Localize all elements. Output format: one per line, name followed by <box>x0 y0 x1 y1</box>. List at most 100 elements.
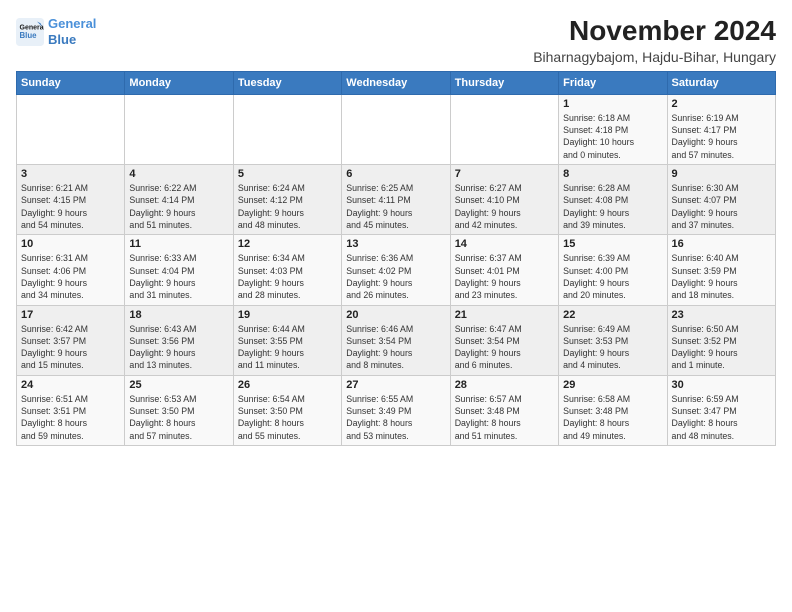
day-detail: Sunrise: 6:34 AMSunset: 4:03 PMDaylight:… <box>238 252 337 301</box>
day-detail: Sunrise: 6:49 AMSunset: 3:53 PMDaylight:… <box>563 323 662 372</box>
day-detail: Sunrise: 6:43 AMSunset: 3:56 PMDaylight:… <box>129 323 228 372</box>
calendar-cell: 27Sunrise: 6:55 AMSunset: 3:49 PMDayligh… <box>342 375 450 445</box>
day-number: 26 <box>238 379 337 391</box>
day-number: 20 <box>346 309 445 321</box>
calendar-cell: 8 Sunrise: 6:28 AMSunset: 4:08 PMDaylight… <box>559 165 667 235</box>
day-number: 9 <box>672 168 771 180</box>
day-detail: Sunrise: 6:37 AMSunset: 4:01 PMDaylight:… <box>455 252 554 301</box>
day-number: 11 <box>129 238 228 250</box>
calendar-cell: 15Sunrise: 6:39 AMSunset: 4:00 PMDayligh… <box>559 235 667 305</box>
day-number: 5 <box>238 168 337 180</box>
day-detail: Sunrise: 6:27 AMSunset: 4:10 PMDaylight:… <box>455 182 554 231</box>
day-detail: Sunrise: 6:21 AMSunset: 4:15 PMDaylight:… <box>21 182 120 231</box>
day-number: 13 <box>346 238 445 250</box>
day-number: 28 <box>455 379 554 391</box>
weekday-header-thursday: Thursday <box>450 71 558 94</box>
calendar-cell: 10Sunrise: 6:31 AMSunset: 4:06 PMDayligh… <box>17 235 125 305</box>
day-detail: Sunrise: 6:53 AMSunset: 3:50 PMDaylight:… <box>129 393 228 442</box>
day-number: 3 <box>21 168 120 180</box>
calendar-cell: 6Sunrise: 6:25 AMSunset: 4:11 PMDaylight… <box>342 165 450 235</box>
day-number: 24 <box>21 379 120 391</box>
calendar-cell: 23 Sunrise: 6:50 AMSunset: 3:52 PMDayligh… <box>667 305 775 375</box>
calendar-cell: 29 Sunrise: 6:58 AMSunset: 3:48 PMDayligh… <box>559 375 667 445</box>
day-detail: Sunrise: 6:58 AMSunset: 3:48 PMDaylight:… <box>563 393 662 442</box>
day-number: 17 <box>21 309 120 321</box>
calendar-cell: 5 Sunrise: 6:24 AMSunset: 4:12 PMDaylight… <box>233 165 341 235</box>
day-number: 25 <box>129 379 228 391</box>
calendar-cell: 7 Sunrise: 6:27 AMSunset: 4:10 PMDaylight… <box>450 165 558 235</box>
day-number: 8 <box>563 168 662 180</box>
calendar-cell <box>17 94 125 164</box>
day-number: 7 <box>455 168 554 180</box>
weekday-header-wednesday: Wednesday <box>342 71 450 94</box>
calendar-cell: 12 Sunrise: 6:34 AMSunset: 4:03 PMDayligh… <box>233 235 341 305</box>
day-detail: Sunrise: 6:59 AMSunset: 3:47 PMDaylight:… <box>672 393 771 442</box>
calendar-cell <box>233 94 341 164</box>
calendar-cell: 13Sunrise: 6:36 AMSunset: 4:02 PMDayligh… <box>342 235 450 305</box>
day-number: 1 <box>563 98 662 110</box>
day-detail: Sunrise: 6:54 AMSunset: 3:50 PMDaylight:… <box>238 393 337 442</box>
calendar-week-3: 10Sunrise: 6:31 AMSunset: 4:06 PMDayligh… <box>17 235 776 305</box>
day-detail: Sunrise: 6:28 AMSunset: 4:08 PMDaylight:… <box>563 182 662 231</box>
calendar-cell: 17Sunrise: 6:42 AMSunset: 3:57 PMDayligh… <box>17 305 125 375</box>
day-detail: Sunrise: 6:22 AMSunset: 4:14 PMDaylight:… <box>129 182 228 231</box>
calendar-cell: 4 Sunrise: 6:22 AMSunset: 4:14 PMDaylight… <box>125 165 233 235</box>
calendar-cell: 19Sunrise: 6:44 AMSunset: 3:55 PMDayligh… <box>233 305 341 375</box>
weekday-header-sunday: Sunday <box>17 71 125 94</box>
logo-icon: General Blue <box>16 18 44 46</box>
calendar-cell: 2 Sunrise: 6:19 AMSunset: 4:17 PMDaylight… <box>667 94 775 164</box>
calendar-cell: 28 Sunrise: 6:57 AMSunset: 3:48 PMDayligh… <box>450 375 558 445</box>
day-detail: Sunrise: 6:50 AMSunset: 3:52 PMDaylight:… <box>672 323 771 372</box>
calendar-cell: 1 Sunrise: 6:18 AMSunset: 4:18 PMDaylight… <box>559 94 667 164</box>
day-detail: Sunrise: 6:19 AMSunset: 4:17 PMDaylight:… <box>672 112 771 161</box>
calendar-cell: 22 Sunrise: 6:49 AMSunset: 3:53 PMDayligh… <box>559 305 667 375</box>
weekday-header-tuesday: Tuesday <box>233 71 341 94</box>
page: General Blue General Blue November 2024 … <box>0 0 792 612</box>
day-number: 6 <box>346 168 445 180</box>
day-number: 12 <box>238 238 337 250</box>
calendar-cell: 30 Sunrise: 6:59 AMSunset: 3:47 PMDayligh… <box>667 375 775 445</box>
calendar-table: SundayMondayTuesdayWednesdayThursdayFrid… <box>16 71 776 446</box>
day-number: 30 <box>672 379 771 391</box>
svg-text:Blue: Blue <box>20 31 38 40</box>
calendar-cell <box>342 94 450 164</box>
calendar-week-1: 1 Sunrise: 6:18 AMSunset: 4:18 PMDaylight… <box>17 94 776 164</box>
calendar-cell: 16Sunrise: 6:40 AMSunset: 3:59 PMDayligh… <box>667 235 775 305</box>
day-number: 22 <box>563 309 662 321</box>
weekday-header-saturday: Saturday <box>667 71 775 94</box>
calendar-cell <box>125 94 233 164</box>
day-number: 21 <box>455 309 554 321</box>
day-number: 10 <box>21 238 120 250</box>
day-detail: Sunrise: 6:24 AMSunset: 4:12 PMDaylight:… <box>238 182 337 231</box>
day-number: 18 <box>129 309 228 321</box>
calendar-cell: 9Sunrise: 6:30 AMSunset: 4:07 PMDaylight… <box>667 165 775 235</box>
calendar-cell <box>450 94 558 164</box>
day-number: 4 <box>129 168 228 180</box>
calendar-cell: 14 Sunrise: 6:37 AMSunset: 4:01 PMDayligh… <box>450 235 558 305</box>
day-detail: Sunrise: 6:44 AMSunset: 3:55 PMDaylight:… <box>238 323 337 372</box>
logo-line1: General <box>48 16 96 31</box>
calendar-cell: 26 Sunrise: 6:54 AMSunset: 3:50 PMDayligh… <box>233 375 341 445</box>
day-number: 29 <box>563 379 662 391</box>
day-detail: Sunrise: 6:18 AMSunset: 4:18 PMDaylight:… <box>563 112 662 161</box>
logo: General Blue General Blue <box>16 16 96 47</box>
calendar-header: SundayMondayTuesdayWednesdayThursdayFrid… <box>17 71 776 94</box>
day-detail: Sunrise: 6:47 AMSunset: 3:54 PMDaylight:… <box>455 323 554 372</box>
subtitle: Biharnagybajom, Hajdu-Bihar, Hungary <box>533 49 776 65</box>
weekday-header-friday: Friday <box>559 71 667 94</box>
day-number: 23 <box>672 309 771 321</box>
day-number: 14 <box>455 238 554 250</box>
day-number: 15 <box>563 238 662 250</box>
logo-line2: Blue <box>48 32 76 47</box>
calendar-cell: 3 Sunrise: 6:21 AMSunset: 4:15 PMDaylight… <box>17 165 125 235</box>
calendar-cell: 25 Sunrise: 6:53 AMSunset: 3:50 PMDayligh… <box>125 375 233 445</box>
day-number: 27 <box>346 379 445 391</box>
calendar-cell: 24Sunrise: 6:51 AMSunset: 3:51 PMDayligh… <box>17 375 125 445</box>
calendar-body: 1 Sunrise: 6:18 AMSunset: 4:18 PMDaylight… <box>17 94 776 445</box>
day-detail: Sunrise: 6:57 AMSunset: 3:48 PMDaylight:… <box>455 393 554 442</box>
day-number: 16 <box>672 238 771 250</box>
calendar-cell: 18 Sunrise: 6:43 AMSunset: 3:56 PMDayligh… <box>125 305 233 375</box>
logo-text: General Blue <box>48 16 96 47</box>
day-number: 2 <box>672 98 771 110</box>
weekday-header-monday: Monday <box>125 71 233 94</box>
